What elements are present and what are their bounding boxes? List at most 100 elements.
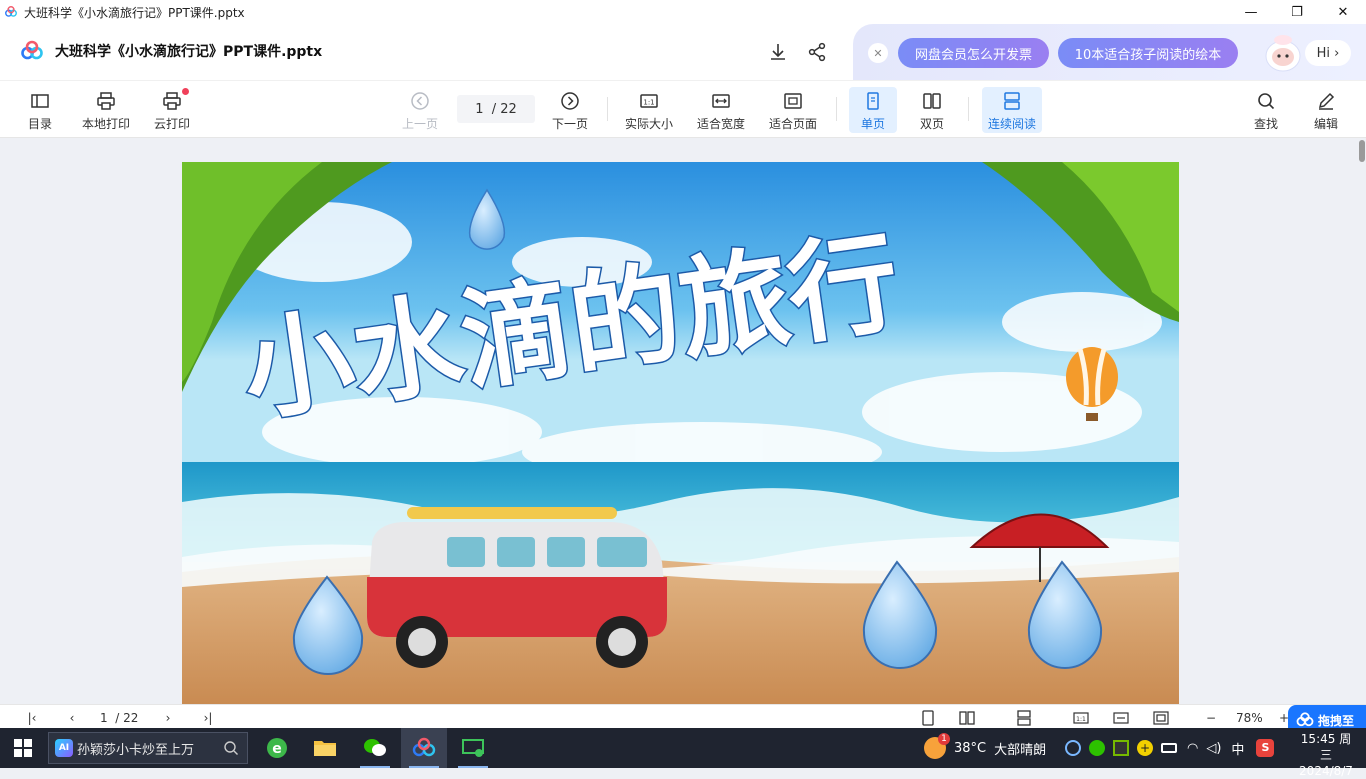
taskbar-wechat-button[interactable] [352, 728, 398, 768]
zoom-out-button[interactable]: − [1203, 710, 1219, 726]
sogou-ime-icon[interactable]: S [1256, 739, 1275, 757]
vertical-scrollbar[interactable] [1356, 138, 1366, 704]
windows-start-icon[interactable] [14, 739, 32, 757]
folder-icon [314, 741, 336, 756]
taskbar-explorer-button[interactable] [302, 728, 348, 768]
baidu-netdisk-icon [5, 6, 17, 17]
promo-pill-invoice[interactable]: 网盘会员怎么开发票 [898, 38, 1049, 68]
taskbar-remote-app-button[interactable] [450, 728, 496, 768]
page-current-input[interactable]: 1 [475, 102, 483, 117]
weather-desc: 大部晴朗 [994, 742, 1047, 758]
window-controls: — ❐ ✕ [1228, 0, 1366, 24]
window-titlebar: 大班科学《小水滴旅行记》PPT课件.pptx — ❐ ✕ [0, 0, 1366, 24]
toc-icon [31, 94, 49, 108]
plus-tray-icon[interactable]: + [1137, 740, 1153, 756]
svg-text:1:1: 1:1 [643, 99, 654, 107]
prev-page-small-button[interactable]: ‹ [64, 710, 80, 726]
assistant-hi-button[interactable]: Hi › [1305, 40, 1351, 66]
monitor-icon [462, 739, 484, 757]
find-label: 查找 [1253, 117, 1278, 131]
share-button[interactable] [805, 40, 829, 64]
wechat-icon [364, 739, 386, 756]
drag-search-label: 拖拽至 [1318, 713, 1355, 728]
actual-size-label: 实际大小 [624, 117, 673, 131]
promo-close-button[interactable]: ✕ [868, 43, 888, 63]
status-fit-width-button[interactable] [1113, 710, 1129, 726]
minus-icon: − [1205, 711, 1217, 725]
first-page-icon: |‹ [27, 711, 37, 725]
close-window-button[interactable]: ✕ [1320, 0, 1366, 24]
last-page-icon: ›| [203, 711, 213, 725]
continuous-read-icon [1004, 92, 1020, 110]
notification-dot [182, 88, 189, 95]
page-total: / 22 [491, 101, 517, 117]
slide-page-1: 小水滴的旅行 [182, 162, 1179, 704]
download-icon [771, 44, 785, 60]
double-page-button[interactable]: 双页 [910, 87, 954, 133]
wifi-icon[interactable]: ◠ [1187, 741, 1198, 756]
printer-icon [97, 92, 115, 110]
fit-width-button[interactable]: 适合宽度 [694, 87, 748, 133]
edit-button[interactable]: 编辑 [1310, 87, 1342, 133]
scrollbar-thumb[interactable] [1359, 140, 1365, 162]
status-fit-page-button[interactable] [1153, 710, 1169, 726]
svg-text:e: e [272, 741, 282, 757]
assistant-avatar-icon[interactable] [1258, 32, 1308, 74]
fit-width-icon [1113, 712, 1129, 724]
chevron-right-icon: › [1334, 45, 1340, 61]
file-name: 大班科学《小水滴旅行记》PPT课件.pptx [55, 44, 323, 60]
local-print-button[interactable]: 本地打印 [80, 87, 132, 133]
continuous-read-button[interactable]: 连续阅读 [982, 87, 1042, 133]
zoom-level[interactable]: 78% [1236, 711, 1263, 725]
status-double-page-button[interactable] [959, 710, 975, 726]
continuous-read-label: 连续阅读 [987, 117, 1036, 131]
taskbar-ie-button[interactable]: e [254, 728, 300, 768]
page-number-box[interactable]: 1 / 22 [457, 95, 535, 123]
battery-icon[interactable] [1161, 743, 1177, 753]
minimize-button[interactable]: — [1228, 0, 1274, 24]
first-page-button[interactable]: |‹ [24, 710, 40, 726]
netdisk-tray-icon[interactable] [1065, 740, 1081, 756]
actual-size-button[interactable]: 1:1 实际大小 [622, 87, 676, 133]
status-page-indicator[interactable]: 1 / 22 [100, 711, 138, 725]
double-page-icon [959, 711, 975, 725]
volume-icon[interactable]: ◁) [1206, 741, 1221, 756]
fit-width-icon [712, 94, 730, 108]
find-button[interactable]: 查找 [1250, 87, 1282, 133]
document-area[interactable]: 小水滴的旅行 [0, 138, 1366, 704]
status-continuous-button[interactable] [1016, 710, 1032, 726]
double-page-label: 双页 [919, 117, 944, 131]
status-single-page-button[interactable] [920, 710, 936, 726]
next-page-small-button[interactable]: › [160, 710, 176, 726]
baidu-netdisk-logo-icon [21, 40, 43, 60]
wechat-tray-icon[interactable] [1089, 740, 1105, 756]
status-actual-size-button[interactable]: 1:1 [1073, 710, 1089, 726]
status-bar: |‹ ‹ 1 / 22 › ›| 1:1 − 78% + 拖拽至 [0, 704, 1366, 735]
fit-page-button[interactable]: 适合页面 [766, 87, 820, 133]
toc-button[interactable]: 目录 [24, 87, 56, 133]
prev-page-button[interactable]: 上一页 [400, 87, 440, 133]
single-page-label: 单页 [860, 117, 885, 131]
promo-pill-books[interactable]: 10本适合孩子阅读的绘本 [1058, 38, 1238, 68]
last-page-button[interactable]: ›| [200, 710, 216, 726]
actual-size-icon: 1:1 [640, 94, 658, 108]
arrow-right-circle-icon [561, 92, 579, 110]
weather-temp: 38°C [954, 740, 987, 756]
share-icon [808, 42, 826, 62]
taskbar-search-box[interactable]: AI 孙颖莎小卡炒至上万 [48, 732, 248, 764]
maximize-button[interactable]: ❐ [1274, 0, 1320, 24]
single-page-button[interactable]: 单页 [849, 87, 897, 133]
weather-widget[interactable]: 1 38°C 大部晴朗 [924, 728, 1046, 768]
clock-time: 15:45 周三 [1300, 732, 1352, 762]
window-title: 大班科学《小水滴旅行记》PPT课件.pptx [24, 5, 245, 20]
download-button[interactable] [766, 40, 790, 64]
ime-indicator[interactable]: 中 [1231, 739, 1244, 758]
toolbar-divider [836, 97, 837, 121]
nvidia-tray-icon[interactable] [1113, 740, 1129, 756]
actual-size-icon: 1:1 [1073, 712, 1089, 724]
weather-sun-icon: 1 [924, 733, 950, 759]
next-page-button[interactable]: 下一页 [550, 87, 590, 133]
taskbar-clock[interactable]: 15:45 周三 2024/8/7 [1296, 731, 1356, 779]
taskbar-netdisk-button[interactable] [401, 728, 447, 768]
chevron-right-icon: › [165, 711, 171, 725]
